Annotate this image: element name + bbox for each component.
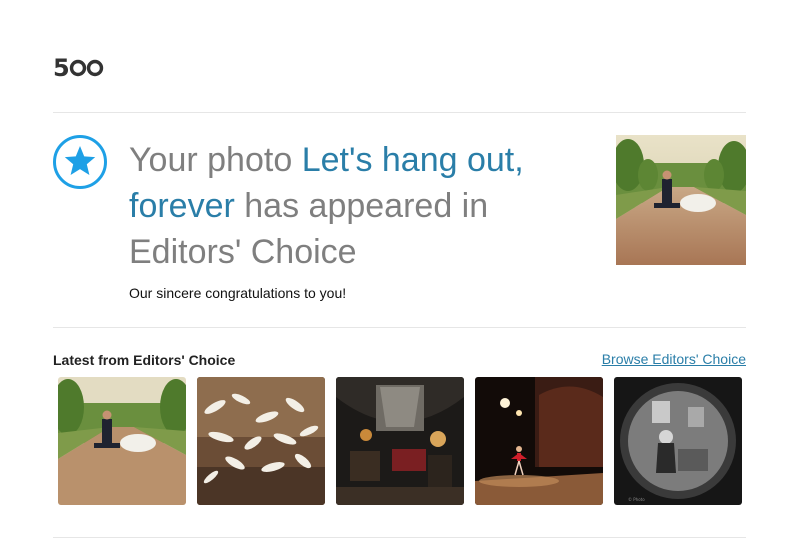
congrats-text: Our sincere congratulations to you! (129, 285, 347, 301)
browse-editors-choice-link[interactable]: Browse Editors' Choice (602, 351, 746, 367)
svg-text:5: 5 (53, 54, 70, 80)
gallery-photo-ballerina-on-stage[interactable] (475, 377, 603, 505)
headline-prefix: Your photo (129, 141, 302, 179)
featured-photo-thumbnail[interactable] (616, 135, 746, 265)
bottom-divider (53, 537, 746, 538)
editors-choice-gallery: © Photo (58, 377, 742, 505)
latest-section-title: Latest from Editors' Choice (53, 352, 236, 368)
gallery-photo-mirror-portrait-bw[interactable]: © Photo (614, 377, 742, 505)
svg-text:© Photo: © Photo (628, 497, 645, 502)
gallery-photo-couple-on-road[interactable] (58, 377, 186, 505)
gallery-photo-dark-room-interior[interactable] (336, 377, 464, 505)
star-icon (53, 135, 107, 189)
gallery-photo-white-birds[interactable] (197, 377, 325, 505)
top-divider (53, 112, 746, 113)
notification-headline: Your photo Let's hang out, forever has a… (129, 137, 589, 275)
500px-logo[interactable]: 5 (53, 54, 109, 80)
middle-divider (53, 327, 746, 328)
